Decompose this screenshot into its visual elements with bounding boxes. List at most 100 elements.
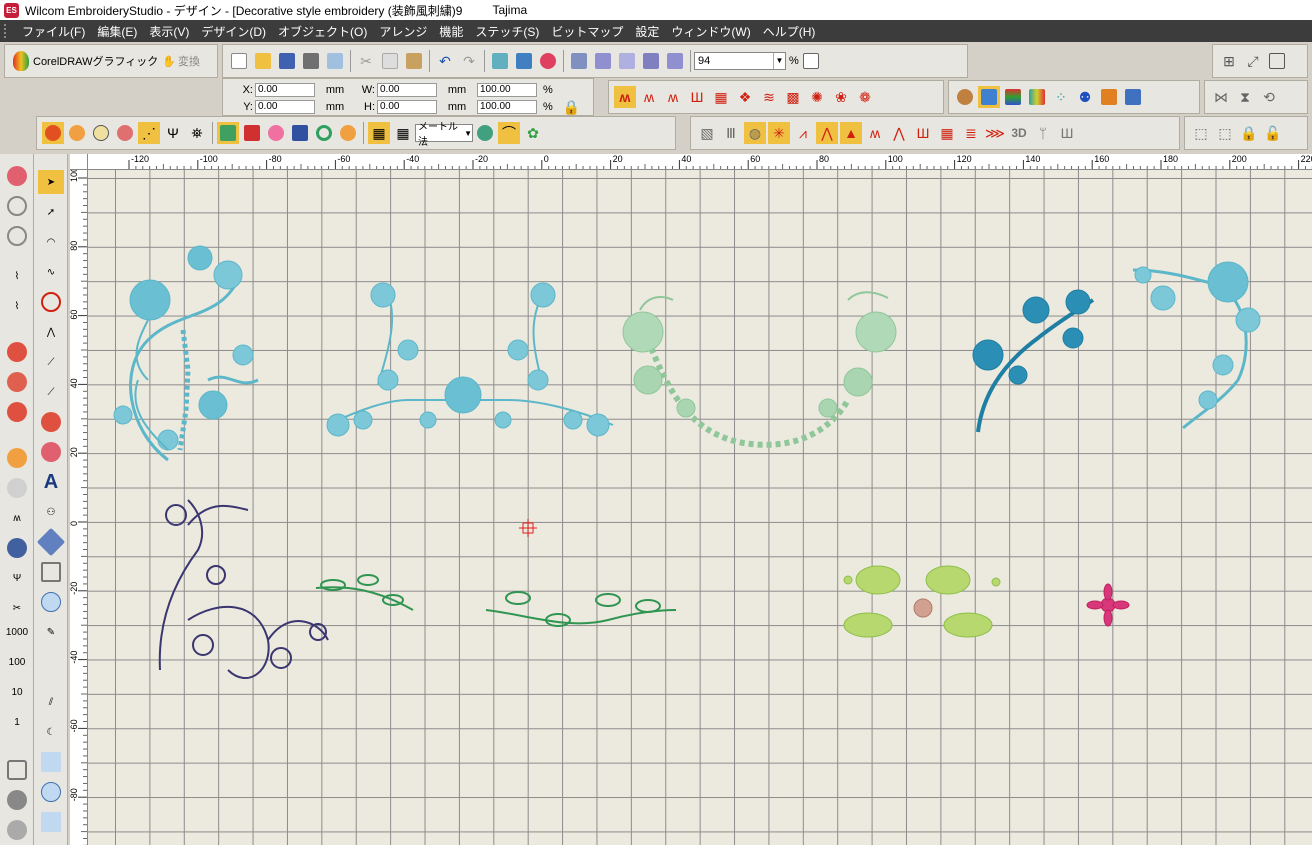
- hand-tool-icon[interactable]: [4, 476, 30, 500]
- hexagon-tool-icon[interactable]: [4, 818, 30, 842]
- fish-icon[interactable]: ⛯: [186, 122, 208, 144]
- motif-fill-icon[interactable]: ▩: [782, 86, 804, 108]
- lime-leaf-cluster[interactable]: [843, 565, 1001, 638]
- circle-fill-1-icon[interactable]: [4, 340, 30, 364]
- design-canvas[interactable]: [88, 170, 1312, 845]
- menu-object[interactable]: オブジェクト(O): [272, 23, 373, 40]
- menu-function[interactable]: 機能: [433, 23, 469, 40]
- rectangle-tool-icon[interactable]: [38, 810, 64, 834]
- pink-flower[interactable]: [1086, 583, 1130, 627]
- grid-settings-icon[interactable]: ▦: [392, 122, 414, 144]
- print-icon[interactable]: [300, 50, 322, 72]
- fork-icon[interactable]: Ψ: [162, 122, 184, 144]
- copy-icon[interactable]: [379, 50, 401, 72]
- circle-split-icon[interactable]: [38, 290, 64, 314]
- ring-icon[interactable]: [313, 122, 335, 144]
- mirror-vertical-icon[interactable]: ⧗: [1234, 86, 1256, 108]
- feather-icon[interactable]: ⋙: [984, 122, 1006, 144]
- open-folder-icon[interactable]: [252, 50, 274, 72]
- arch-tool-icon[interactable]: [38, 440, 64, 464]
- wave-tool-icon[interactable]: ∿: [38, 260, 64, 284]
- export-icon[interactable]: [592, 50, 614, 72]
- zigzag-stitch-icon[interactable]: ʍ: [662, 86, 684, 108]
- mirror-horizontal-icon[interactable]: ⋈: [1210, 86, 1232, 108]
- w-percent-input[interactable]: 100.00: [477, 83, 537, 97]
- redo-icon[interactable]: ↷: [458, 50, 480, 72]
- spring-tool-icon[interactable]: [4, 536, 30, 560]
- color-object-icon[interactable]: [978, 86, 1000, 108]
- chevron-down-icon[interactable]: ▼: [464, 129, 472, 138]
- group-icon[interactable]: ⬚: [1190, 122, 1212, 144]
- fancy-fill-icon[interactable]: ✺: [806, 86, 828, 108]
- teal-floral-corner-right[interactable]: [1132, 261, 1261, 430]
- y-input[interactable]: 0.00: [255, 100, 315, 114]
- navy-scroll-vine[interactable]: [158, 499, 329, 680]
- satin-arc-tool-icon[interactable]: [4, 164, 30, 188]
- select-arrow-icon[interactable]: ➤: [38, 170, 64, 194]
- import-icon[interactable]: [616, 50, 638, 72]
- leaf-fill-icon[interactable]: [114, 122, 136, 144]
- shirt-icon[interactable]: [289, 122, 311, 144]
- spacing-10[interactable]: 10: [4, 680, 30, 704]
- green-leaf-sprig-long[interactable]: [485, 591, 677, 627]
- print-preview-icon[interactable]: [324, 50, 346, 72]
- menu-arrange[interactable]: アレンジ: [373, 23, 433, 40]
- menu-help[interactable]: ヘルプ(H): [757, 23, 822, 40]
- fan-icon[interactable]: ⩘: [792, 122, 814, 144]
- shapes-icon[interactable]: [241, 122, 263, 144]
- zoom-combo[interactable]: 94 ▼: [694, 52, 786, 70]
- hatch-icon[interactable]: ▧: [696, 122, 718, 144]
- scissors-tool-icon[interactable]: ✂: [4, 596, 30, 620]
- menu-view[interactable]: 表示(V): [143, 23, 195, 40]
- polygon-tool-icon[interactable]: [38, 750, 64, 774]
- unit-combo[interactable]: メートル法 ▼: [415, 122, 473, 148]
- line-1-icon[interactable]: ⟋: [38, 350, 64, 374]
- teal-floral-border[interactable]: [326, 282, 614, 437]
- grid-toggle-icon[interactable]: ▦: [368, 122, 390, 144]
- fork-tool-icon[interactable]: Ψ: [4, 566, 30, 590]
- lock-icon[interactable]: 🔒: [1238, 122, 1260, 144]
- color-wheel-icon[interactable]: [537, 50, 559, 72]
- peak-icon[interactable]: ⋀: [816, 122, 838, 144]
- face-icon[interactable]: [265, 122, 287, 144]
- frame-stitch-icon[interactable]: Ш: [1056, 122, 1078, 144]
- leaf-outline-icon[interactable]: [90, 122, 112, 144]
- monogram-tool-icon[interactable]: [4, 788, 30, 812]
- h-percent-input[interactable]: 100.00: [477, 100, 537, 114]
- step-stitch-icon[interactable]: Ш: [686, 86, 708, 108]
- flower-tool-icon[interactable]: ✿: [522, 122, 544, 144]
- thread-dots-icon[interactable]: ⁘: [1050, 86, 1072, 108]
- convert-button[interactable]: ✋ 変換: [162, 53, 200, 69]
- contour-stitch-icon[interactable]: ≋: [758, 86, 780, 108]
- monitor-icon[interactable]: [513, 50, 535, 72]
- menu-edit[interactable]: 編集(E): [91, 23, 143, 40]
- lines-icon[interactable]: ≣: [960, 122, 982, 144]
- card-icon[interactable]: [664, 50, 686, 72]
- pattern-icon[interactable]: ▦: [936, 122, 958, 144]
- chevron-down-icon[interactable]: ▼: [773, 53, 785, 69]
- outline-tool-icon[interactable]: [4, 194, 30, 218]
- step-icon[interactable]: Ш: [912, 122, 934, 144]
- arc-tool-icon[interactable]: ◠: [38, 230, 64, 254]
- tatami-stitch-icon[interactable]: ʍ: [638, 86, 660, 108]
- coreldraw-graphics-button[interactable]: CorelDRAWグラフィック: [9, 48, 162, 74]
- teal-floral-corner-left[interactable]: [113, 245, 259, 462]
- reshape-icon[interactable]: ⌒: [498, 122, 520, 144]
- zoom-options-icon[interactable]: [800, 50, 822, 72]
- save-icon[interactable]: [276, 50, 298, 72]
- satin-stitch-icon[interactable]: ʍ: [614, 86, 636, 108]
- circle-fill-3-icon[interactable]: [4, 400, 30, 424]
- sculpture-icon[interactable]: ❁: [854, 86, 876, 108]
- run-line-icon[interactable]: ⋰: [138, 122, 160, 144]
- mint-floral-swag[interactable]: [622, 291, 897, 448]
- measure-icon[interactable]: [474, 122, 496, 144]
- grid-view-icon[interactable]: ⊞: [1218, 50, 1240, 72]
- oval-tool-icon[interactable]: [38, 780, 64, 804]
- rays-icon[interactable]: ✳: [768, 122, 790, 144]
- pattern-fill-icon[interactable]: ▦: [710, 86, 732, 108]
- paste-icon[interactable]: [403, 50, 425, 72]
- menu-design[interactable]: デザイン(D): [195, 23, 272, 40]
- zoom-box-icon[interactable]: [1266, 50, 1288, 72]
- monogram-diamond-icon[interactable]: [36, 527, 66, 557]
- trapunto-icon[interactable]: ❀: [830, 86, 852, 108]
